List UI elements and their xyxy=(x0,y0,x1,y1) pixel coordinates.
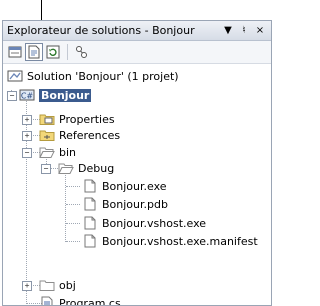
tree-label-file: Bonjour.exe xyxy=(102,179,167,193)
references-folder-icon xyxy=(39,128,55,142)
dropdown-arrow-icon[interactable]: ▼ xyxy=(221,25,235,36)
tree-item-solution[interactable]: Solution 'Bonjour' (1 projet) xyxy=(7,68,179,84)
tree-item-file[interactable]: Bonjour.vshost.exe.manifest xyxy=(82,233,258,249)
tree-label-debug: Debug xyxy=(78,161,115,175)
tree-line xyxy=(66,241,80,242)
tree-label-file: Bonjour.pdb xyxy=(102,197,168,211)
expander-project[interactable]: − xyxy=(7,91,17,101)
show-all-files-icon[interactable] xyxy=(25,43,43,61)
solution-icon xyxy=(7,69,23,83)
tree-label-obj: obj xyxy=(59,278,76,292)
expander-references[interactable]: + xyxy=(22,131,32,141)
panel-toolbar xyxy=(3,41,271,64)
tree-line xyxy=(66,223,80,224)
closed-folder-icon xyxy=(39,278,55,292)
tree-item-project[interactable]: C# Bonjour xyxy=(19,87,92,103)
properties-folder-icon xyxy=(39,112,55,126)
file-icon xyxy=(82,234,98,248)
tree-label-references: References xyxy=(59,128,121,142)
panel-title: Explorateur de solutions - Bonjour xyxy=(7,24,195,37)
tree-item-properties[interactable]: Properties xyxy=(39,111,115,127)
tree-line xyxy=(66,204,80,205)
tree-item-bin[interactable]: bin xyxy=(39,144,76,160)
tree-label-program: Program.cs xyxy=(59,296,121,306)
solution-explorer-panel: Explorateur de solutions - Bonjour ▼ ♮ × xyxy=(2,20,272,306)
expander-properties[interactable]: + xyxy=(22,115,32,125)
expander-debug[interactable]: − xyxy=(41,164,51,174)
file-icon xyxy=(82,197,98,211)
tree-label-file: Bonjour.vshost.exe.manifest xyxy=(102,234,258,248)
open-folder-icon xyxy=(39,145,55,159)
file-icon xyxy=(82,216,98,230)
file-icon xyxy=(82,179,98,193)
tree-label-file: Bonjour.vshost.exe xyxy=(102,216,207,230)
properties-icon[interactable] xyxy=(6,43,24,61)
csharp-file-icon xyxy=(39,296,55,305)
pin-icon[interactable]: ♮ xyxy=(237,25,251,36)
refresh-icon[interactable] xyxy=(44,43,62,61)
close-icon[interactable]: × xyxy=(253,25,267,36)
tree-label-project: Bonjour xyxy=(39,88,92,102)
toolbar-separator xyxy=(67,44,68,60)
tree-label-solution: Solution 'Bonjour' (1 projet) xyxy=(27,69,179,83)
expander-obj[interactable]: + xyxy=(22,281,32,291)
tree-item-program[interactable]: Program.cs xyxy=(39,295,121,306)
tree-item-file[interactable]: Bonjour.vshost.exe xyxy=(82,215,206,231)
tree-item-references[interactable]: References xyxy=(39,127,120,143)
panel-titlebar: Explorateur de solutions - Bonjour ▼ ♮ × xyxy=(3,21,271,41)
class-diagram-icon[interactable] xyxy=(72,43,90,61)
csharp-project-icon: C# xyxy=(19,88,35,102)
tree-line xyxy=(66,186,80,187)
expander-bin[interactable]: − xyxy=(22,148,32,158)
tree-label-bin: bin xyxy=(59,145,77,159)
svg-text:C#: C# xyxy=(21,92,34,101)
tree-item-debug[interactable]: Debug xyxy=(58,160,114,176)
tree-item-file[interactable]: Bonjour.pdb xyxy=(82,196,168,212)
tree-label-properties: Properties xyxy=(59,112,115,126)
open-folder-icon xyxy=(58,161,74,175)
tree-item-obj[interactable]: obj xyxy=(39,277,76,293)
tree-item-file[interactable]: Bonjour.exe xyxy=(82,178,167,194)
